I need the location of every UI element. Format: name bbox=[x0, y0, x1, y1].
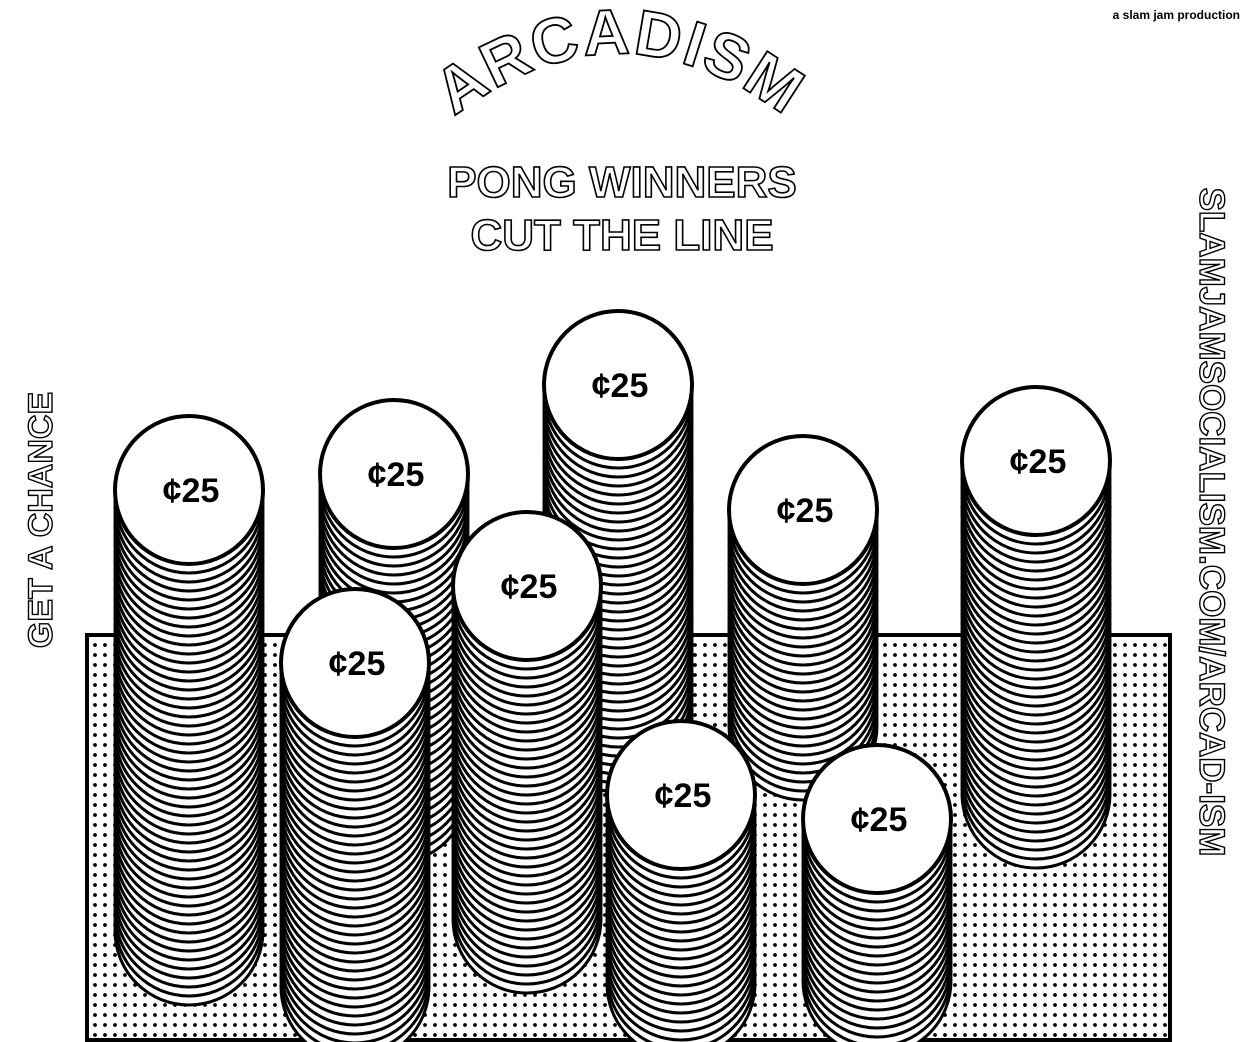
coin-label: ¢25 bbox=[592, 367, 649, 405]
headline-line-2: CUT THE LINE bbox=[470, 211, 773, 260]
coin-label: ¢25 bbox=[1010, 443, 1067, 481]
side-text-right: SLAMJAMSOCIALISM.COM/ARCAD-ISM bbox=[1192, 188, 1231, 857]
coin-label: ¢25 bbox=[851, 801, 908, 839]
coin-label: ¢25 bbox=[501, 568, 558, 606]
coin-label: ¢25 bbox=[329, 645, 386, 683]
coin-stack: ¢25 bbox=[605, 719, 757, 1042]
side-text-left: GET A CHANCE bbox=[22, 392, 60, 648]
coin-stack: ¢25 bbox=[279, 587, 431, 1042]
coin-label: ¢25 bbox=[368, 456, 425, 494]
poster-title-text: ARCADISM bbox=[421, 0, 817, 129]
coin-stack: ¢25 bbox=[451, 510, 603, 995]
coin-label: ¢25 bbox=[777, 492, 834, 530]
coin-stack: ¢25 bbox=[801, 743, 953, 1042]
coin-stack: ¢25 bbox=[960, 385, 1112, 870]
coin-label: ¢25 bbox=[163, 472, 220, 510]
poster-title: ARCADISM bbox=[422, 0, 818, 128]
headline-line-1: PONG WINNERS bbox=[447, 158, 797, 207]
coin-stack: ¢25 bbox=[113, 414, 265, 1007]
arcadism-poster: ARCADISM PONG WINNERS CUT THE LINE GET A… bbox=[21, 0, 1232, 1042]
coin-stack: ¢25 bbox=[727, 434, 879, 802]
coin-label: ¢25 bbox=[655, 777, 712, 815]
